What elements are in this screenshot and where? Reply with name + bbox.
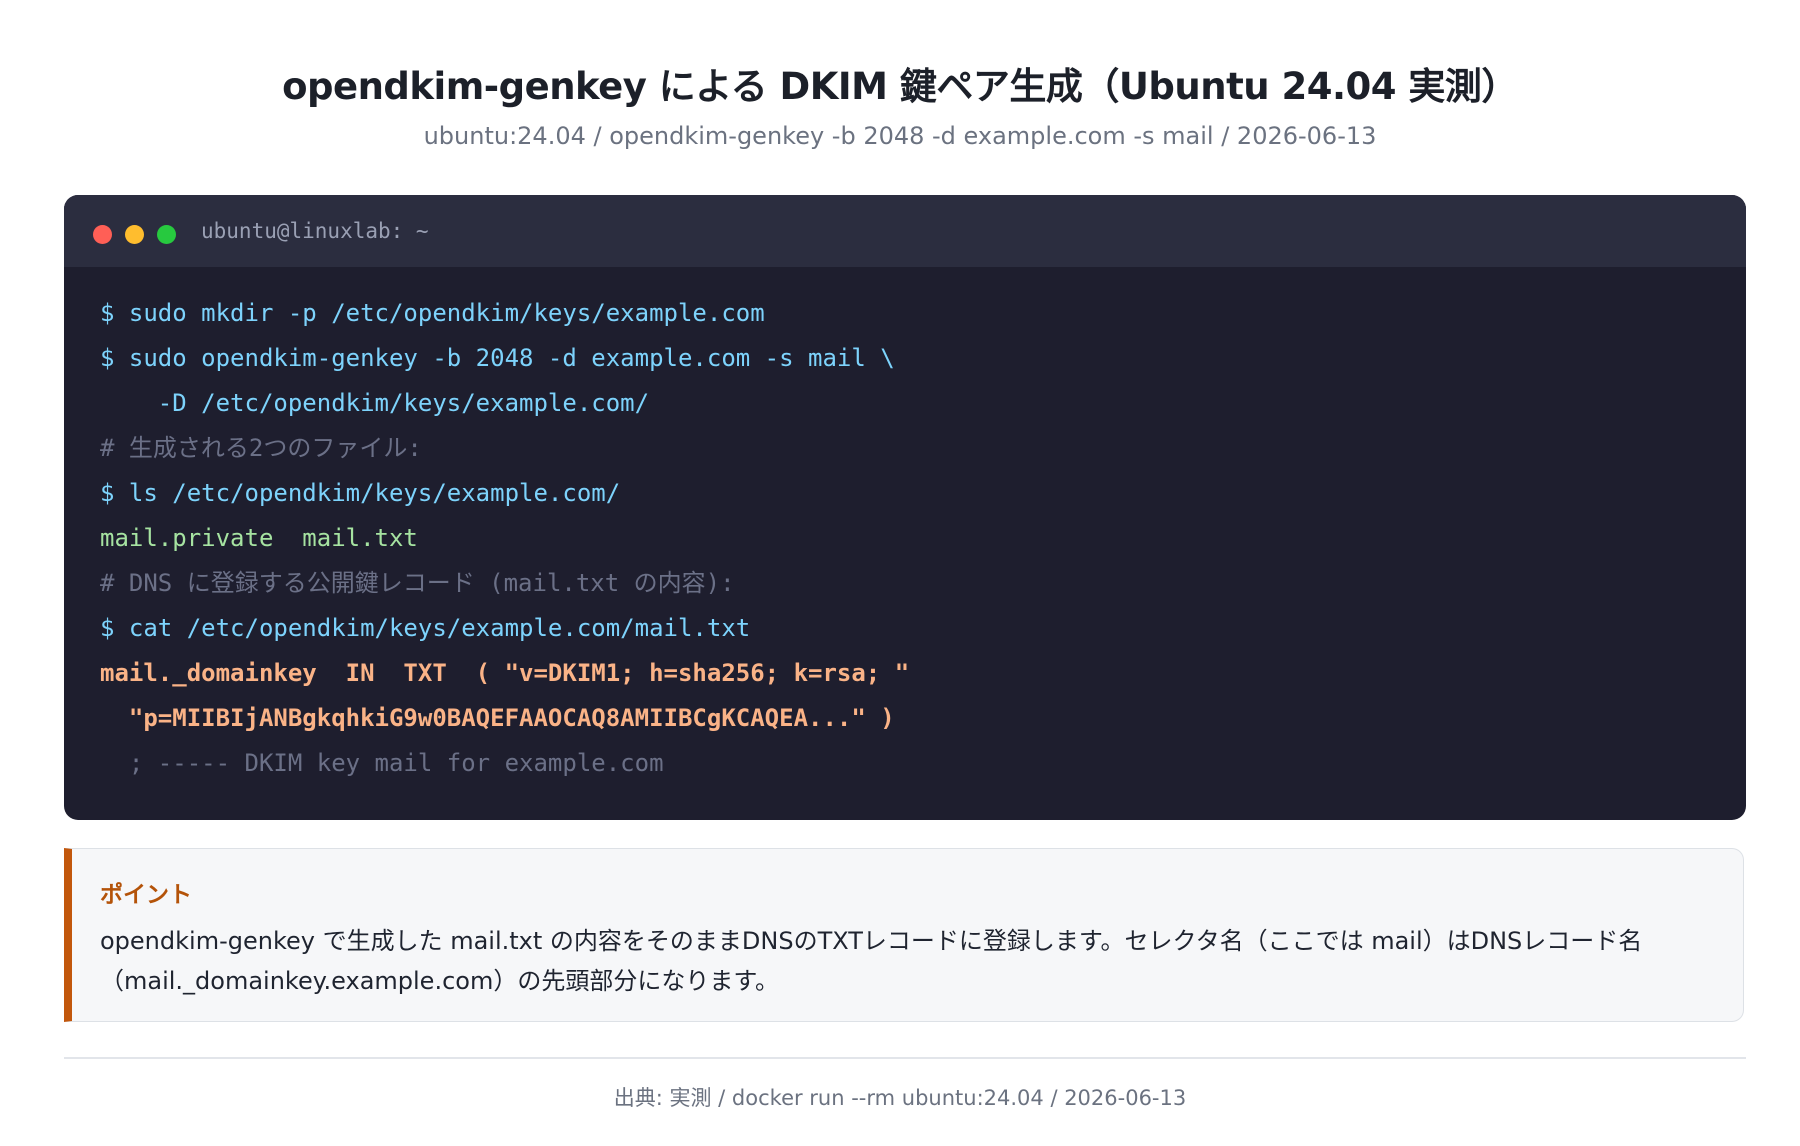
terminal-line: mail.private mail.txt (100, 524, 418, 552)
minimize-dot-icon[interactable] (125, 224, 144, 244)
page-subtitle: ubuntu:24.04 / opendkim-genkey -b 2048 -… (423, 122, 1377, 150)
page-title: opendkim-genkey による DKIM 鍵ペア生成（Ubuntu 24… (282, 65, 1518, 108)
point-text: opendkim-genkey で生成した mail.txt の内容をそのままD… (100, 927, 1643, 995)
terminal-line: # 生成される2つのファイル: (100, 434, 422, 462)
terminal-line: $ sudo mkdir -p /etc/opendkim/keys/examp… (100, 299, 765, 327)
terminal-title: ubuntu@linuxlab: ~ (201, 219, 429, 243)
maximize-dot-icon[interactable] (157, 224, 176, 244)
terminal-line: ; ----- DKIM key mail for example.com (100, 749, 664, 777)
terminal-output: $ sudo mkdir -p /etc/opendkim/keys/examp… (64, 267, 1746, 786)
footer-source: 出典: 実測 / docker run --rm ubuntu:24.04 / … (613, 1086, 1187, 1110)
terminal-line: $ ls /etc/opendkim/keys/example.com/ (100, 479, 621, 507)
terminal-window: ubuntu@linuxlab: ~ $ sudo mkdir -p /etc/… (64, 195, 1746, 820)
terminal-line: $ cat /etc/opendkim/keys/example.com/mai… (100, 614, 751, 642)
terminal-line: -D /etc/opendkim/keys/example.com/ (100, 389, 650, 417)
terminal-line: mail._domainkey IN TXT ( "v=DKIM1; h=sha… (100, 659, 910, 687)
close-dot-icon[interactable] (93, 224, 112, 244)
terminal-line: "p=MIIBIjANBgkqhkiG9w0BAQEFAAOCAQ8AMIIBC… (100, 704, 895, 732)
footer-divider (64, 1057, 1746, 1059)
point-label: ポイント (100, 882, 192, 908)
terminal-titlebar: ubuntu@linuxlab: ~ (64, 195, 1746, 267)
point-callout: ポイント opendkim-genkey で生成した mail.txt の内容を… (64, 848, 1744, 1022)
terminal-line: $ sudo opendkim-genkey -b 2048 -d exampl… (100, 344, 895, 372)
terminal-line: # DNS に登録する公開鍵レコード (mail.txt の内容): (100, 569, 735, 597)
